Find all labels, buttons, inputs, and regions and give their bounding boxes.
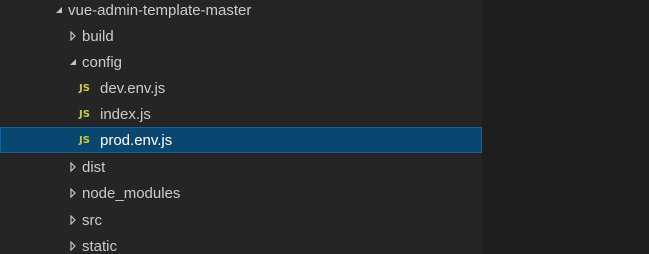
- tree-item-label: config: [82, 53, 123, 71]
- chevron-right-icon[interactable]: [66, 154, 80, 180]
- tree-item-label: prod.env.js: [100, 131, 173, 149]
- tree-item-index-js[interactable]: JS index.js: [0, 101, 482, 127]
- chevron-down-icon[interactable]: [66, 49, 80, 75]
- chevron-right-icon[interactable]: [66, 180, 80, 206]
- tree-item-dev-env-js[interactable]: JS dev.env.js: [0, 75, 482, 101]
- tree-item-dist[interactable]: dist: [0, 154, 482, 180]
- tree-item-label: build: [82, 27, 114, 45]
- javascript-file-icon: JS: [79, 108, 90, 120]
- tree-item-label: static: [82, 237, 118, 254]
- chevron-right-icon[interactable]: [66, 207, 80, 233]
- tree-item-vue-admin-template-master[interactable]: vue-admin-template-master: [0, 0, 482, 23]
- chevron-right-icon[interactable]: [66, 233, 80, 254]
- tree-item-label: node_modules: [82, 184, 181, 202]
- chevron-down-icon[interactable]: [52, 0, 66, 23]
- javascript-file-icon: JS: [79, 134, 90, 146]
- tree-item-src[interactable]: src: [0, 207, 482, 233]
- tree-item-label: dev.env.js: [100, 79, 166, 97]
- javascript-file-icon: JS: [79, 82, 90, 94]
- tree-item-label: src: [82, 211, 102, 229]
- chevron-right-icon[interactable]: [66, 23, 80, 49]
- file-explorer: vue-admin-template-master build config J…: [0, 0, 482, 254]
- tree-item-label: vue-admin-template-master: [68, 1, 252, 19]
- editor-area: [482, 0, 649, 254]
- tree-item-label: index.js: [100, 105, 151, 123]
- tree-item-config[interactable]: config: [0, 49, 482, 75]
- tree-item-label: dist: [82, 158, 106, 176]
- tree-item-node-modules[interactable]: node_modules: [0, 180, 482, 206]
- tree-item-build[interactable]: build: [0, 23, 482, 49]
- tree-item-static[interactable]: static: [0, 233, 482, 254]
- tree-item-prod-env-js[interactable]: JS prod.env.js: [0, 127, 482, 153]
